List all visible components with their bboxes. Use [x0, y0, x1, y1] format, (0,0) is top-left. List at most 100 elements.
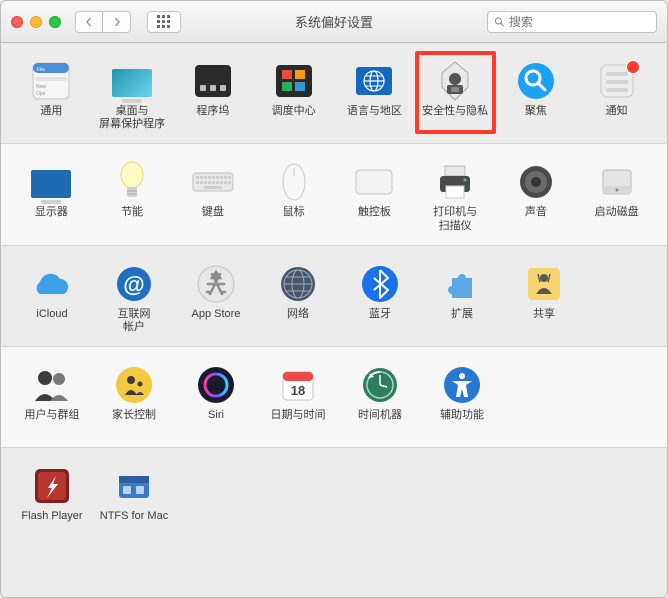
- pref-item-label: 互联网 帐户: [118, 308, 151, 334]
- parental-icon: [112, 365, 156, 405]
- maximize-button[interactable]: [49, 16, 61, 28]
- pref-item-label: 日期与时间: [271, 409, 326, 435]
- pref-item-label: 声音: [525, 206, 547, 232]
- keyboard-icon: [191, 162, 235, 202]
- pref-item-icloud[interactable]: iCloud: [11, 264, 93, 334]
- pref-item-mission[interactable]: 调度中心: [253, 61, 334, 131]
- search-icon: [494, 16, 505, 28]
- pref-item-ntfs[interactable]: NTFS for Mac: [93, 466, 175, 536]
- pref-item-label: 节能: [121, 206, 143, 232]
- pref-item-label: 程序坞: [196, 105, 229, 131]
- pref-item-label: 安全性与隐私: [422, 105, 488, 131]
- pref-item-label: 聚焦: [525, 105, 547, 131]
- mission-icon: [272, 61, 316, 101]
- internet-icon: @: [112, 264, 156, 304]
- pref-item-label: 网络: [287, 308, 309, 334]
- pref-item-label: 桌面与 屏幕保护程序: [99, 105, 165, 131]
- pref-item-label: 时间机器: [358, 409, 402, 435]
- spotlight-icon: [514, 61, 558, 101]
- back-button[interactable]: [75, 11, 103, 33]
- dock-icon: [191, 61, 235, 101]
- pref-item-desktop[interactable]: 桌面与 屏幕保护程序: [92, 61, 173, 131]
- pref-row: Flash Player NTFS for Mac: [1, 448, 667, 548]
- svg-text:@: @: [123, 272, 144, 297]
- pref-item-label: NTFS for Mac: [100, 510, 168, 536]
- pref-item-network[interactable]: 网络: [257, 264, 339, 334]
- pref-row: File New Ope 通用桌面与 屏幕保护程序 程序坞 调度中心: [1, 43, 667, 144]
- pref-item-siri[interactable]: Siri: [175, 365, 257, 435]
- pref-item-extensions[interactable]: 扩展: [421, 264, 503, 334]
- pref-item-flash[interactable]: Flash Player: [11, 466, 93, 536]
- pref-item-label: 显示器: [35, 206, 68, 232]
- pref-item-label: App Store: [192, 308, 241, 334]
- pref-item-label: 扩展: [451, 308, 473, 334]
- pref-item-mouse[interactable]: 鼠标: [253, 162, 334, 232]
- pref-item-keyboard[interactable]: 键盘: [173, 162, 254, 232]
- appstore-icon: [194, 264, 238, 304]
- mouse-icon: [272, 162, 316, 202]
- show-all-button[interactable]: [147, 11, 181, 33]
- sharing-icon: [522, 264, 566, 304]
- close-button[interactable]: [11, 16, 23, 28]
- pref-item-printers[interactable]: 打印机与 扫描仪: [415, 162, 496, 232]
- sound-icon: [514, 162, 558, 202]
- siri-icon: [194, 365, 238, 405]
- pref-item-label: 共享: [533, 308, 555, 334]
- pref-item-displays[interactable]: 显示器: [11, 162, 92, 232]
- startup-icon: [595, 162, 639, 202]
- pref-item-parental[interactable]: 家长控制: [93, 365, 175, 435]
- search-field[interactable]: [487, 11, 657, 33]
- search-input[interactable]: [509, 15, 650, 29]
- pref-item-timemachine[interactable]: 时间机器: [339, 365, 421, 435]
- forward-button[interactable]: [103, 11, 131, 33]
- pref-item-users[interactable]: 用户与群组: [11, 365, 93, 435]
- pref-item-startup[interactable]: 启动磁盘: [576, 162, 657, 232]
- pref-row: 显示器 节能 键盘 鼠标 触控板 打印机与 扫描仪: [1, 144, 667, 245]
- pref-item-accessibility[interactable]: 辅助功能: [421, 365, 503, 435]
- printers-icon: [433, 162, 477, 202]
- notification-badge: [627, 61, 639, 73]
- pref-item-trackpad[interactable]: 触控板: [334, 162, 415, 232]
- pref-item-energy[interactable]: 节能: [92, 162, 173, 232]
- pref-item-notifications[interactable]: 通知: [576, 61, 657, 131]
- preferences-grid: File New Ope 通用桌面与 屏幕保护程序 程序坞 调度中心: [1, 43, 667, 597]
- nav-buttons: [75, 11, 131, 33]
- pref-item-dock[interactable]: 程序坞: [173, 61, 254, 131]
- energy-icon: [110, 162, 154, 202]
- pref-item-label: 鼠标: [283, 206, 305, 232]
- pref-row: 用户与群组 家长控制 Siri 18 日期与时间: [1, 347, 667, 448]
- svg-text:Ope: Ope: [36, 91, 46, 97]
- pref-item-label: 打印机与 扫描仪: [433, 206, 477, 232]
- pref-item-label: 语言与地区: [347, 105, 402, 131]
- trackpad-icon: [352, 162, 396, 202]
- notifications-icon: [595, 61, 639, 101]
- minimize-button[interactable]: [30, 16, 42, 28]
- pref-item-lang[interactable]: 语言与地区: [334, 61, 415, 131]
- accessibility-icon: [440, 365, 484, 405]
- pref-item-label: 辅助功能: [440, 409, 484, 435]
- pref-item-spotlight[interactable]: 聚焦: [496, 61, 577, 131]
- pref-item-label: 通知: [606, 105, 628, 131]
- flash-icon: [30, 466, 74, 506]
- system-preferences-window: 系统偏好设置 File New Ope 通用桌面与 屏幕保护程序 程序坞: [0, 0, 668, 598]
- pref-item-label: 用户与群组: [25, 409, 80, 435]
- pref-item-security[interactable]: 安全性与隐私: [415, 61, 496, 131]
- pref-item-sharing[interactable]: 共享: [503, 264, 585, 334]
- pref-item-label: 启动磁盘: [595, 206, 639, 232]
- security-icon: [433, 61, 477, 101]
- pref-item-bluetooth[interactable]: 蓝牙: [339, 264, 421, 334]
- lang-icon: [352, 61, 396, 101]
- pref-item-label: 键盘: [202, 206, 224, 232]
- pref-item-label: Siri: [208, 409, 224, 435]
- pref-item-internet[interactable]: @ 互联网 帐户: [93, 264, 175, 334]
- svg-text:File: File: [37, 67, 45, 73]
- icloud-icon: [30, 264, 74, 304]
- pref-item-general[interactable]: File New Ope 通用: [11, 61, 92, 131]
- pref-item-appstore[interactable]: App Store: [175, 264, 257, 334]
- pref-item-datetime[interactable]: 18 日期与时间: [257, 365, 339, 435]
- pref-item-label: Flash Player: [21, 510, 82, 536]
- titlebar: 系统偏好设置: [1, 1, 667, 43]
- pref-item-sound[interactable]: 声音: [496, 162, 577, 232]
- pref-item-label: iCloud: [36, 308, 67, 334]
- ntfs-icon: [112, 466, 156, 506]
